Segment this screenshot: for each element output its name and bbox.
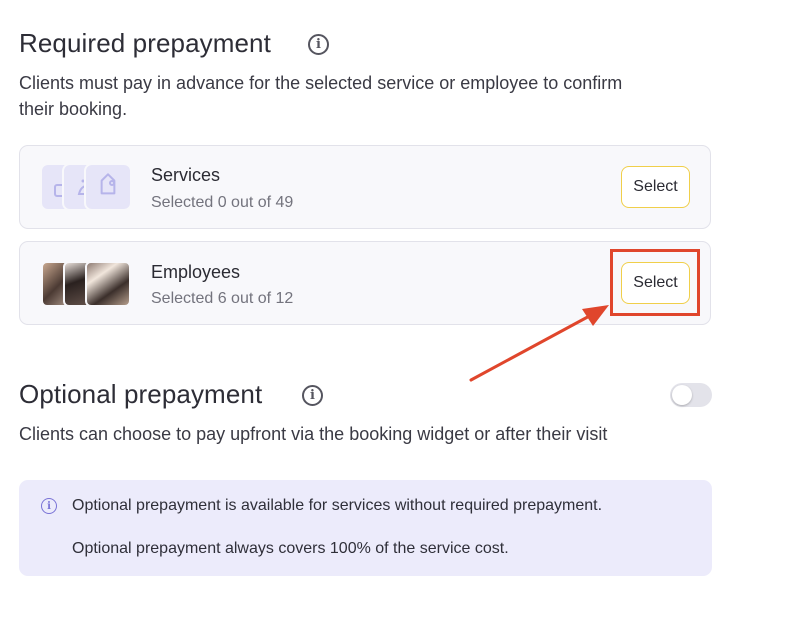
tag-icon bbox=[84, 163, 132, 211]
optional-notice-box: i Optional prepayment is available for s… bbox=[19, 480, 712, 576]
required-description: Clients must pay in advance for the sele… bbox=[19, 70, 719, 122]
optional-prepayment-toggle[interactable] bbox=[670, 383, 712, 407]
services-card: Services Selected 0 out of 49 Select bbox=[19, 145, 711, 229]
required-description-line2: their booking. bbox=[19, 99, 128, 119]
annotation-arrow bbox=[469, 305, 609, 382]
required-description-line1: Clients must pay in advance for the sele… bbox=[19, 73, 623, 93]
toggle-knob bbox=[672, 385, 692, 405]
optional-prepayment-title: Optional prepayment bbox=[19, 379, 263, 409]
employees-subtitle: Selected 6 out of 12 bbox=[151, 290, 294, 307]
required-prepayment-title: Required prepayment bbox=[19, 28, 271, 58]
optional-info-icon[interactable]: i bbox=[302, 385, 323, 406]
highlight-box bbox=[610, 249, 700, 316]
notice-info-icon: i bbox=[41, 498, 57, 514]
optional-description: Clients can choose to pay upfront via th… bbox=[19, 424, 608, 444]
employees-title: Employees bbox=[151, 262, 241, 282]
services-select-button[interactable]: Select bbox=[621, 166, 690, 208]
services-title: Services bbox=[151, 165, 221, 185]
required-info-icon[interactable]: i bbox=[308, 34, 329, 55]
services-subtitle: Selected 0 out of 49 bbox=[151, 194, 294, 211]
employee-avatar-3 bbox=[85, 261, 131, 307]
notice-line-1: Optional prepayment is available for ser… bbox=[72, 497, 603, 514]
notice-line-2: Optional prepayment always covers 100% o… bbox=[72, 540, 509, 557]
